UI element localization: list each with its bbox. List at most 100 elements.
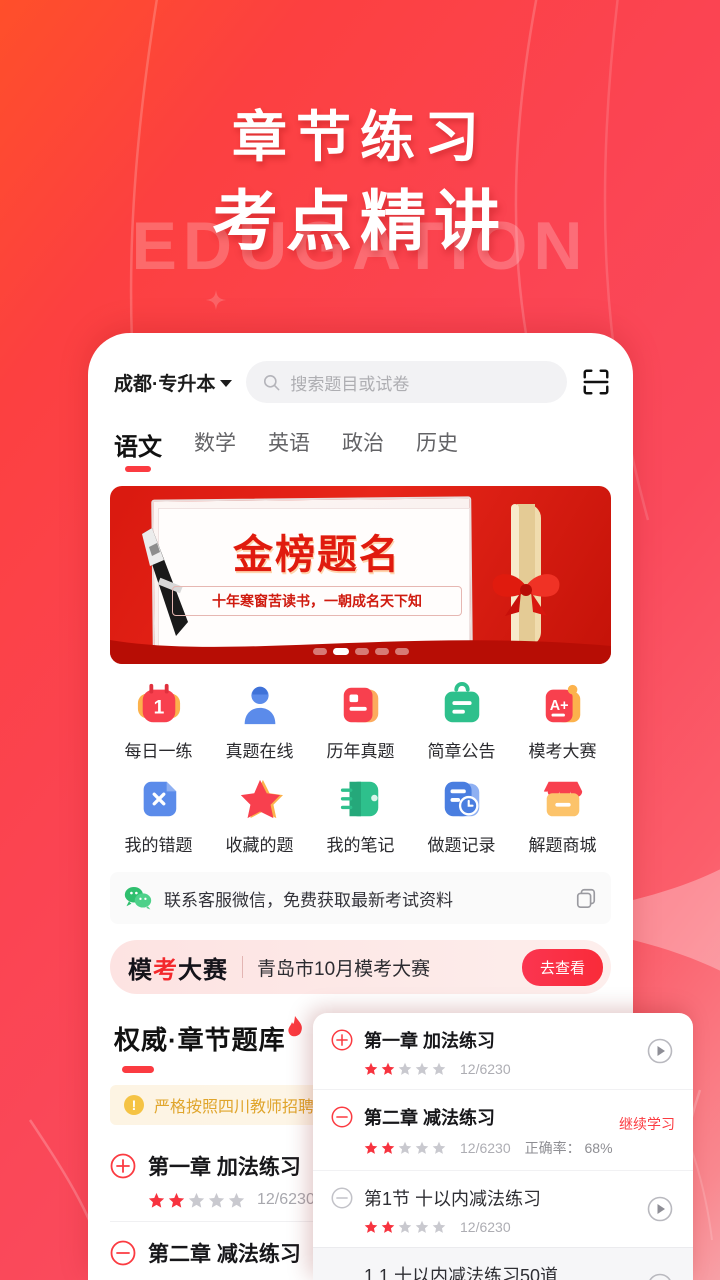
wechat-icon — [124, 886, 152, 910]
play-icon[interactable] — [647, 1038, 673, 1064]
grid-item-shop[interactable]: 解题商城 — [512, 776, 613, 856]
grid-item-label: 解题商城 — [528, 836, 597, 855]
banner-dot[interactable] — [354, 648, 369, 655]
copy-icon[interactable] — [575, 887, 597, 909]
star-empty-icon — [228, 1192, 245, 1208]
tab-yingyu[interactable]: 英语 — [268, 427, 310, 474]
overlay-row-header: 第一章 加法练习 — [331, 1027, 671, 1053]
tab-zhengzhi[interactable]: 政治 — [342, 427, 384, 474]
question-count: 12/6230 — [460, 1219, 511, 1235]
search-icon — [264, 374, 280, 390]
grid-item-label: 我的笔记 — [326, 836, 395, 855]
star-empty-icon — [398, 1220, 412, 1233]
tab-shuxue[interactable]: 数学 — [194, 427, 236, 474]
star-empty-icon — [398, 1141, 412, 1154]
grid-item-label: 收藏的题 — [225, 836, 294, 855]
grid-item-label: 真题在线 — [225, 742, 294, 761]
grid-item-label: 历年真题 — [326, 742, 395, 761]
list-item[interactable]: 1.1 十以内减法练习50道 12/6230 — [313, 1247, 693, 1280]
list-item[interactable]: 第二章 减法练习 12/6230 正确率： 68% 继续学习 — [313, 1089, 693, 1170]
grid-item-label: 我的错题 — [124, 836, 193, 855]
chapter-name: 第一章 加法练习 — [148, 1156, 301, 1179]
banner-dot[interactable] — [374, 648, 389, 655]
grid-item-daily-practice[interactable]: 1 每日一练 — [108, 682, 209, 762]
overlay-row-meta: 12/6230 — [364, 1061, 671, 1077]
quick-entry-grid: 1 每日一练 真题在线 历年真题 简章公告 A+ 模考大赛 我的错题 收藏的题 … — [88, 664, 633, 856]
grid-item-favorites[interactable]: 收藏的题 — [209, 776, 310, 856]
collapse-minus-icon[interactable] — [331, 1106, 353, 1128]
search-input[interactable]: 搜索题目或试卷 — [246, 361, 567, 403]
banner-dot-active[interactable] — [332, 648, 349, 655]
a-plus-icon: A+ — [545, 684, 580, 723]
mock-contest-bar[interactable]: 模考大赛 青岛市10月模考大赛 去查看 — [110, 940, 611, 994]
star-icon — [240, 779, 283, 819]
grid-item-past-papers[interactable]: 历年真题 — [310, 682, 411, 762]
search-placeholder: 搜索题目或试卷 — [290, 374, 410, 394]
grid-item-real-exam-online[interactable]: 真题在线 — [209, 682, 310, 762]
list-item[interactable]: 第一章 加法练习 12/6230 — [313, 1013, 693, 1089]
star-filled-icon — [381, 1062, 395, 1075]
star-empty-icon — [432, 1220, 446, 1233]
grid-item-my-notes[interactable]: 我的笔记 — [310, 776, 411, 856]
badge-part-1: 模 — [128, 956, 153, 984]
star-filled-icon — [381, 1141, 395, 1154]
ribbon-bow-icon — [492, 574, 560, 616]
chapter-name: 第一章 加法练习 — [364, 1031, 496, 1051]
shop-icon — [543, 781, 582, 817]
scan-icon[interactable] — [581, 367, 611, 397]
subsection-name: 1.1 十以内减法练习50道 — [364, 1266, 559, 1280]
play-icon[interactable] — [647, 1196, 673, 1222]
go-view-button[interactable]: 去查看 — [521, 948, 603, 986]
overlay-row-header: 1.1 十以内减法练习50道 — [331, 1262, 671, 1280]
wrong-file-icon — [143, 781, 176, 817]
star-filled-icon — [364, 1062, 378, 1075]
tab-yuwen[interactable]: 语文 — [114, 427, 162, 474]
document-lines-icon — [343, 687, 378, 723]
overlay-row-meta: 12/6230 正确率： 68% — [364, 1138, 671, 1158]
collapse-minus-icon[interactable] — [331, 1187, 353, 1209]
expand-plus-icon[interactable] — [110, 1153, 136, 1179]
tab-lishi[interactable]: 历史 — [416, 427, 458, 474]
expand-plus-icon[interactable] — [331, 1029, 353, 1051]
svg-text:A+: A+ — [549, 698, 568, 714]
star-rating — [364, 1062, 446, 1076]
chevron-down-icon — [220, 379, 233, 387]
star-empty-icon — [432, 1062, 446, 1075]
star-rating — [364, 1141, 446, 1155]
play-icon[interactable] — [647, 1273, 673, 1280]
grid-item-practice-record[interactable]: 做题记录 — [411, 776, 512, 856]
divider — [242, 956, 243, 978]
mock-contest-name: 青岛市10月模考大赛 — [257, 958, 431, 980]
section-header: 权威·章节题库 — [88, 994, 302, 1057]
collapse-minus-icon[interactable] — [110, 1240, 136, 1266]
star-filled-icon — [168, 1192, 185, 1208]
continue-study-link[interactable]: 继续学习 — [619, 1114, 675, 1134]
list-item[interactable]: 第1节 十以内减法练习 12/6230 — [313, 1170, 693, 1247]
banner-dot[interactable] — [312, 648, 327, 655]
exclamation-icon: ! — [124, 1095, 144, 1115]
banner-dot[interactable] — [394, 648, 409, 655]
banner-dots[interactable] — [110, 648, 611, 655]
app-header: 成都·专升本 搜索题目或试卷 — [88, 333, 633, 403]
city-selector[interactable]: 成都·专升本 — [114, 369, 233, 396]
grid-item-label: 每日一练 — [124, 742, 193, 761]
star-empty-icon — [415, 1220, 429, 1233]
hero-banner: EDUGATION 章节练习 考点精讲 — [0, 0, 720, 330]
wechat-service-bar[interactable]: 联系客服微信，免费获取最新考试资料 — [110, 872, 611, 924]
flame-icon — [288, 1016, 302, 1037]
grid-item-my-mistakes[interactable]: 我的错题 — [108, 776, 209, 856]
calendar-one-icon: 1 — [137, 683, 180, 723]
question-count: 12/6230 — [257, 1191, 315, 1208]
grid-item-announcements[interactable]: 简章公告 — [411, 682, 512, 762]
badge-part-2: 考 — [153, 956, 178, 984]
banner-wave — [110, 640, 611, 664]
subject-tabs: 语文 数学 英语 政治 历史 — [88, 403, 633, 474]
badge-part-3: 大赛 — [178, 956, 228, 984]
page-title: 权威·章节题库 — [114, 1025, 286, 1055]
promo-banner[interactable]: 金榜题名 十年寒窗苦读书，一朝成名天下知 — [110, 486, 611, 664]
svg-text:1: 1 — [153, 698, 164, 719]
grid-item-mock-contest[interactable]: A+ 模考大赛 — [512, 682, 613, 762]
clock-record-icon — [444, 781, 479, 817]
grid-item-label: 简章公告 — [427, 742, 496, 761]
chapter-name: 第二章 减法练习 — [148, 1243, 301, 1266]
